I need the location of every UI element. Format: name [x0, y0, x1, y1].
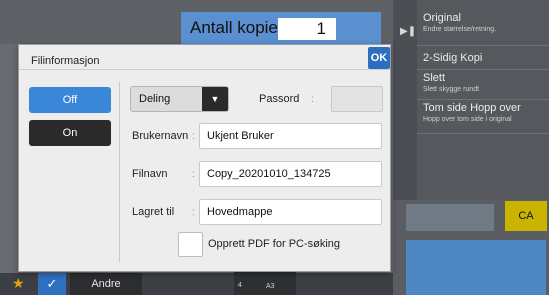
sheet-count: 4 [238, 282, 242, 289]
side-item-title: Slett [423, 72, 446, 84]
divider [119, 82, 120, 262]
copies-value[interactable]: 1 [278, 18, 336, 40]
side-item-subtitle: Slett skygge rundt [423, 86, 480, 93]
dialog-title: Filinformasjon [31, 55, 100, 67]
side-item-subtitle: Endre størrelse/retning. [423, 26, 497, 33]
copies-label: Antall kopier [190, 18, 284, 37]
colon: : [192, 207, 195, 218]
ok-button[interactable]: OK [368, 47, 390, 69]
password-label: Passord [259, 93, 300, 105]
file-info-dialog: Filinformasjon OK Off On Deling ▼ Passor… [18, 44, 391, 272]
side-item-title: 2-Sidig Kopi [423, 52, 483, 64]
colon: : [192, 131, 195, 142]
side-item-blank-skip[interactable]: Tom side Hopp over Hopp over tom side i … [417, 100, 549, 134]
pdf-search-checkbox[interactable]: Opprett PDF for PC-søking [178, 231, 361, 259]
paper-size: A3 [266, 283, 275, 290]
checkmark-icon[interactable]: ✓ [38, 273, 66, 295]
checkbox-box[interactable] [178, 232, 203, 257]
colon: : [311, 94, 314, 105]
start-button[interactable] [406, 240, 546, 295]
play-arrow-icon: ▶❚ [400, 26, 417, 37]
caret-down-icon[interactable]: ▼ [202, 87, 228, 111]
filename-field[interactable]: Copy_20201010_134725 [199, 161, 382, 187]
paper-tray-indicator[interactable]: 4 A3 [234, 270, 296, 295]
filename-label: Filnavn [132, 168, 168, 180]
side-item-subtitle: Hopp over tom side i original [423, 116, 512, 123]
share-mode-dropdown[interactable]: Deling ▼ [130, 86, 229, 112]
off-button[interactable]: Off [29, 87, 111, 113]
side-item-title: Tom side Hopp over [423, 102, 521, 114]
side-item-duplex[interactable]: 2-Sidig Kopi [417, 46, 549, 70]
side-panel: Original Endre størrelse/retning. 2-Sidi… [417, 0, 549, 200]
colon: : [192, 169, 195, 180]
password-field [331, 86, 383, 112]
pdf-search-label: Opprett PDF for PC-søking [208, 238, 341, 250]
star-icon[interactable]: ★ [12, 275, 25, 292]
other-button[interactable]: Andre [70, 273, 142, 295]
side-panel-toggle[interactable]: ▶❚ [393, 0, 417, 200]
on-button[interactable]: On [29, 120, 111, 146]
divider [19, 69, 390, 70]
side-item-erase[interactable]: Slett Slett skygge rundt [417, 70, 549, 100]
copies-counter[interactable]: Antall kopier 1 [181, 12, 381, 44]
saved-to-field[interactable]: Hovedmappe [199, 199, 382, 225]
saved-to-label: Lagret til [132, 206, 175, 218]
dropdown-value: Deling [139, 93, 171, 105]
preview-button[interactable] [406, 204, 494, 231]
side-item-title: Original [423, 12, 461, 24]
username-label: Brukernavn [132, 130, 189, 142]
side-item-original[interactable]: Original Endre størrelse/retning. [417, 12, 549, 46]
username-field[interactable]: Ukjent Bruker [199, 123, 382, 149]
clear-all-button[interactable]: CA [505, 201, 547, 231]
